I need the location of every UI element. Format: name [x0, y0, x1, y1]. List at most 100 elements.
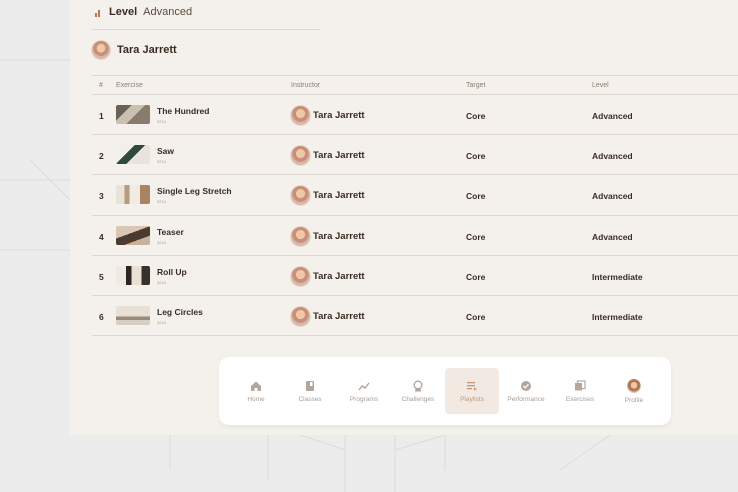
nav-label: Exercises [565, 395, 595, 403]
nav-classes[interactable]: Classes [283, 368, 337, 414]
instructor-name: Tara Jarrett [313, 230, 365, 242]
avatar [290, 185, 311, 207]
level-value: Intermediate [592, 311, 643, 322]
exercise-thumbnail[interactable] [116, 225, 150, 245]
target-value: Core [466, 311, 486, 322]
target-value: Core [466, 231, 486, 242]
avatar [290, 305, 311, 327]
avatar [290, 145, 311, 167]
target-value: Core [466, 151, 486, 162]
nav-exercises[interactable]: Exercises [553, 368, 607, 414]
target-value: Core [466, 191, 486, 202]
exercise-thumbnail[interactable] [116, 105, 150, 124]
nav-label: Performance [507, 395, 545, 403]
nav-label: Challenges [401, 395, 435, 403]
avatar [290, 105, 311, 126]
level-value: Advanced [592, 231, 633, 242]
instructor-cell[interactable]: Tara Jarrett [290, 105, 365, 126]
playlist-icon [467, 381, 477, 390]
playlist-author[interactable]: Tara Jarrett [91, 40, 177, 60]
exercise-name[interactable]: Roll Up [157, 267, 187, 277]
instructor-cell[interactable]: Tara Jarrett [290, 225, 365, 247]
row-number: 2 [99, 151, 104, 162]
exercise-name[interactable]: Teaser [157, 227, 184, 237]
level-value: Advanced [592, 191, 633, 202]
target-value: Core [466, 111, 486, 121]
target-value: Core [466, 271, 486, 282]
level-row: Level Advanced [95, 5, 192, 19]
instructor-cell[interactable]: Tara Jarrett [290, 145, 365, 167]
instructor-name: Tara Jarrett [313, 270, 365, 282]
instructor-name: Tara Jarrett [313, 150, 365, 162]
nav-profile[interactable]: Profile [607, 368, 661, 414]
instructor-cell[interactable]: Tara Jarrett [290, 185, 365, 207]
nav-programs[interactable]: Programs [337, 368, 391, 414]
exercise-name[interactable]: Leg Circles [157, 307, 203, 317]
trend-icon [358, 382, 370, 390]
stack-icon [575, 379, 586, 390]
instructor-cell[interactable]: Tara Jarrett [290, 305, 365, 327]
row-number: 1 [99, 111, 104, 121]
profile-avatar [627, 378, 641, 393]
column-header-exercise: Exercise [116, 82, 143, 89]
exercise-duration: 3214 [157, 159, 166, 165]
level-value: Intermediate [592, 271, 643, 282]
instructor-name: Tara Jarrett [313, 310, 365, 322]
author-name: Tara Jarrett [117, 44, 177, 56]
award-icon [413, 380, 423, 391]
avatar [290, 265, 311, 287]
table-row[interactable]: 3 Single Leg Stretch 3214 Tara Jarrett C… [92, 175, 738, 216]
row-number: 6 [99, 311, 104, 322]
column-header-instructor: Instructor [291, 82, 321, 89]
exercise-thumbnail[interactable] [116, 265, 150, 285]
exercise-thumbnail[interactable] [116, 145, 150, 165]
table-row[interactable]: 1 The Hundred 3214 Tara Jarrett Core Adv… [92, 95, 738, 136]
level-value: Advanced [592, 111, 633, 121]
exercise-thumbnail[interactable] [116, 305, 150, 325]
nav-playlists[interactable]: Playlists [445, 368, 499, 414]
table-row[interactable]: 4 Teaser 3214 Tara Jarrett Core Advanced [92, 216, 738, 256]
table-row[interactable]: 2 Saw 3214 Tara Jarrett Core Advanced [92, 135, 738, 176]
level-label: Level [109, 6, 138, 18]
column-header-level: Level [592, 82, 609, 89]
divider [92, 29, 320, 30]
exercise-duration: 3214 [157, 319, 166, 325]
nav-home[interactable]: Home [229, 368, 283, 414]
column-header-number: # [99, 82, 103, 89]
exercise-name[interactable]: Single Leg Stretch [157, 186, 232, 196]
instructor-name: Tara Jarrett [313, 190, 365, 202]
table-row[interactable]: 6 Leg Circles 3214 Tara Jarrett Core Int… [92, 296, 738, 337]
instructor-name: Tara Jarrett [313, 110, 365, 121]
nav-label: Programs [349, 395, 379, 403]
nav-challenges[interactable]: Challenges [391, 368, 445, 414]
row-number: 3 [99, 191, 104, 202]
exercise-duration: 3214 [157, 239, 166, 245]
instructor-cell[interactable]: Tara Jarrett [290, 265, 365, 287]
row-number: 5 [99, 271, 104, 282]
nav-performance[interactable]: Performance [499, 368, 553, 414]
exercise-duration: 3214 [157, 199, 166, 205]
table-header: # Exercise Instructor Target Level [92, 75, 738, 95]
avatar [290, 225, 311, 247]
column-header-target: Target [466, 82, 486, 89]
avatar [91, 40, 111, 60]
book-icon [306, 380, 314, 391]
nav-label: Playlists [460, 395, 484, 403]
exercise-duration: 3214 [157, 279, 166, 285]
bottom-nav: Home Classes Programs Challenges Playlis… [219, 357, 671, 425]
exercise-table: # Exercise Instructor Target Level 1 The… [92, 75, 738, 337]
level-value: Advanced [143, 6, 193, 18]
exercise-name[interactable]: Saw [157, 146, 174, 156]
nav-label: Classes [298, 395, 322, 403]
exercise-thumbnail[interactable] [116, 185, 150, 205]
level-value: Advanced [592, 151, 633, 162]
exercise-name[interactable]: The Hundred [157, 106, 209, 116]
exercise-duration: 3214 [157, 119, 166, 124]
badge-check-icon [521, 380, 531, 391]
home-icon [251, 381, 261, 391]
table-row[interactable]: 5 Roll Up 3214 Tara Jarrett Core Interme… [92, 256, 738, 296]
level-bars-icon [95, 7, 103, 17]
nav-label: Profile [624, 396, 644, 404]
row-number: 4 [99, 231, 104, 242]
nav-label: Home [247, 395, 265, 403]
